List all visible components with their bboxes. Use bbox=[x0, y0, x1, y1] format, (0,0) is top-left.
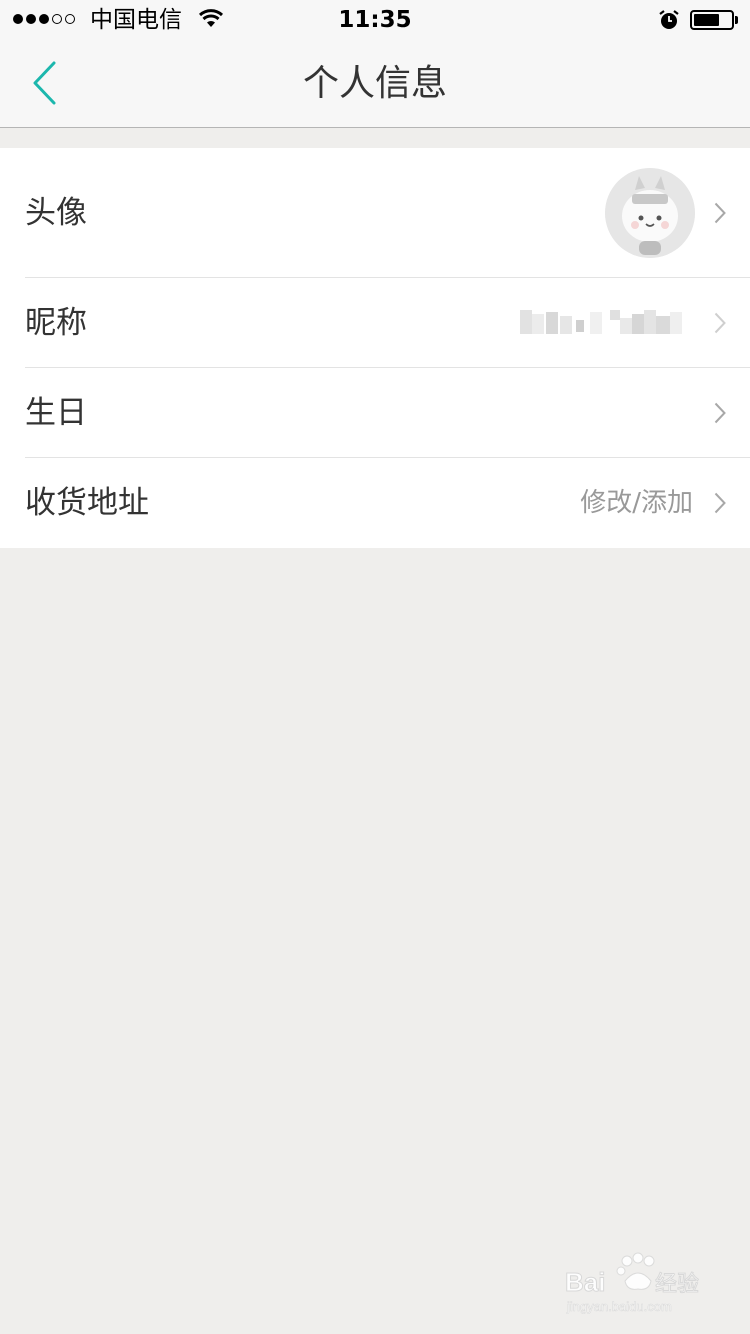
battery-icon bbox=[690, 10, 734, 30]
pixelated-nickname bbox=[520, 310, 695, 336]
profile-list: 头像 昵称 生日 收货地址 修改/添加 bbox=[0, 148, 750, 548]
avatar[interactable] bbox=[605, 168, 695, 258]
row-label: 昵称 bbox=[25, 305, 87, 341]
chevron-right-icon bbox=[714, 202, 726, 224]
chevron-right-icon bbox=[714, 492, 726, 514]
row-shipping-address[interactable]: 收货地址 修改/添加 bbox=[0, 458, 750, 548]
svg-text:经验: 经验 bbox=[655, 1272, 699, 1297]
baidu-watermark-logo: Bai 经验 jingyan.baidu.com bbox=[565, 1252, 700, 1314]
clock: 11:35 bbox=[338, 7, 412, 33]
row-nickname[interactable]: 昵称 bbox=[0, 278, 750, 368]
row-label: 头像 bbox=[25, 195, 87, 231]
chevron-right-icon bbox=[714, 402, 726, 424]
row-label: 收货地址 bbox=[25, 485, 149, 521]
status-bar: 中国电信 11:35 bbox=[0, 0, 750, 40]
svg-text:jingyan.baidu.com: jingyan.baidu.com bbox=[566, 1299, 672, 1314]
alarm-icon bbox=[659, 10, 679, 29]
row-birthday[interactable]: 生日 bbox=[0, 368, 750, 458]
battery-tip bbox=[735, 16, 738, 24]
svg-text:Bai: Bai bbox=[565, 1267, 605, 1297]
page-title: 个人信息 bbox=[302, 63, 447, 104]
chevron-right-icon bbox=[714, 312, 726, 334]
row-label: 生日 bbox=[25, 395, 87, 431]
row-value: 修改/添加 bbox=[580, 488, 693, 518]
navigation-bar: 个人信息 bbox=[0, 40, 750, 128]
row-avatar[interactable]: 头像 bbox=[0, 148, 750, 278]
